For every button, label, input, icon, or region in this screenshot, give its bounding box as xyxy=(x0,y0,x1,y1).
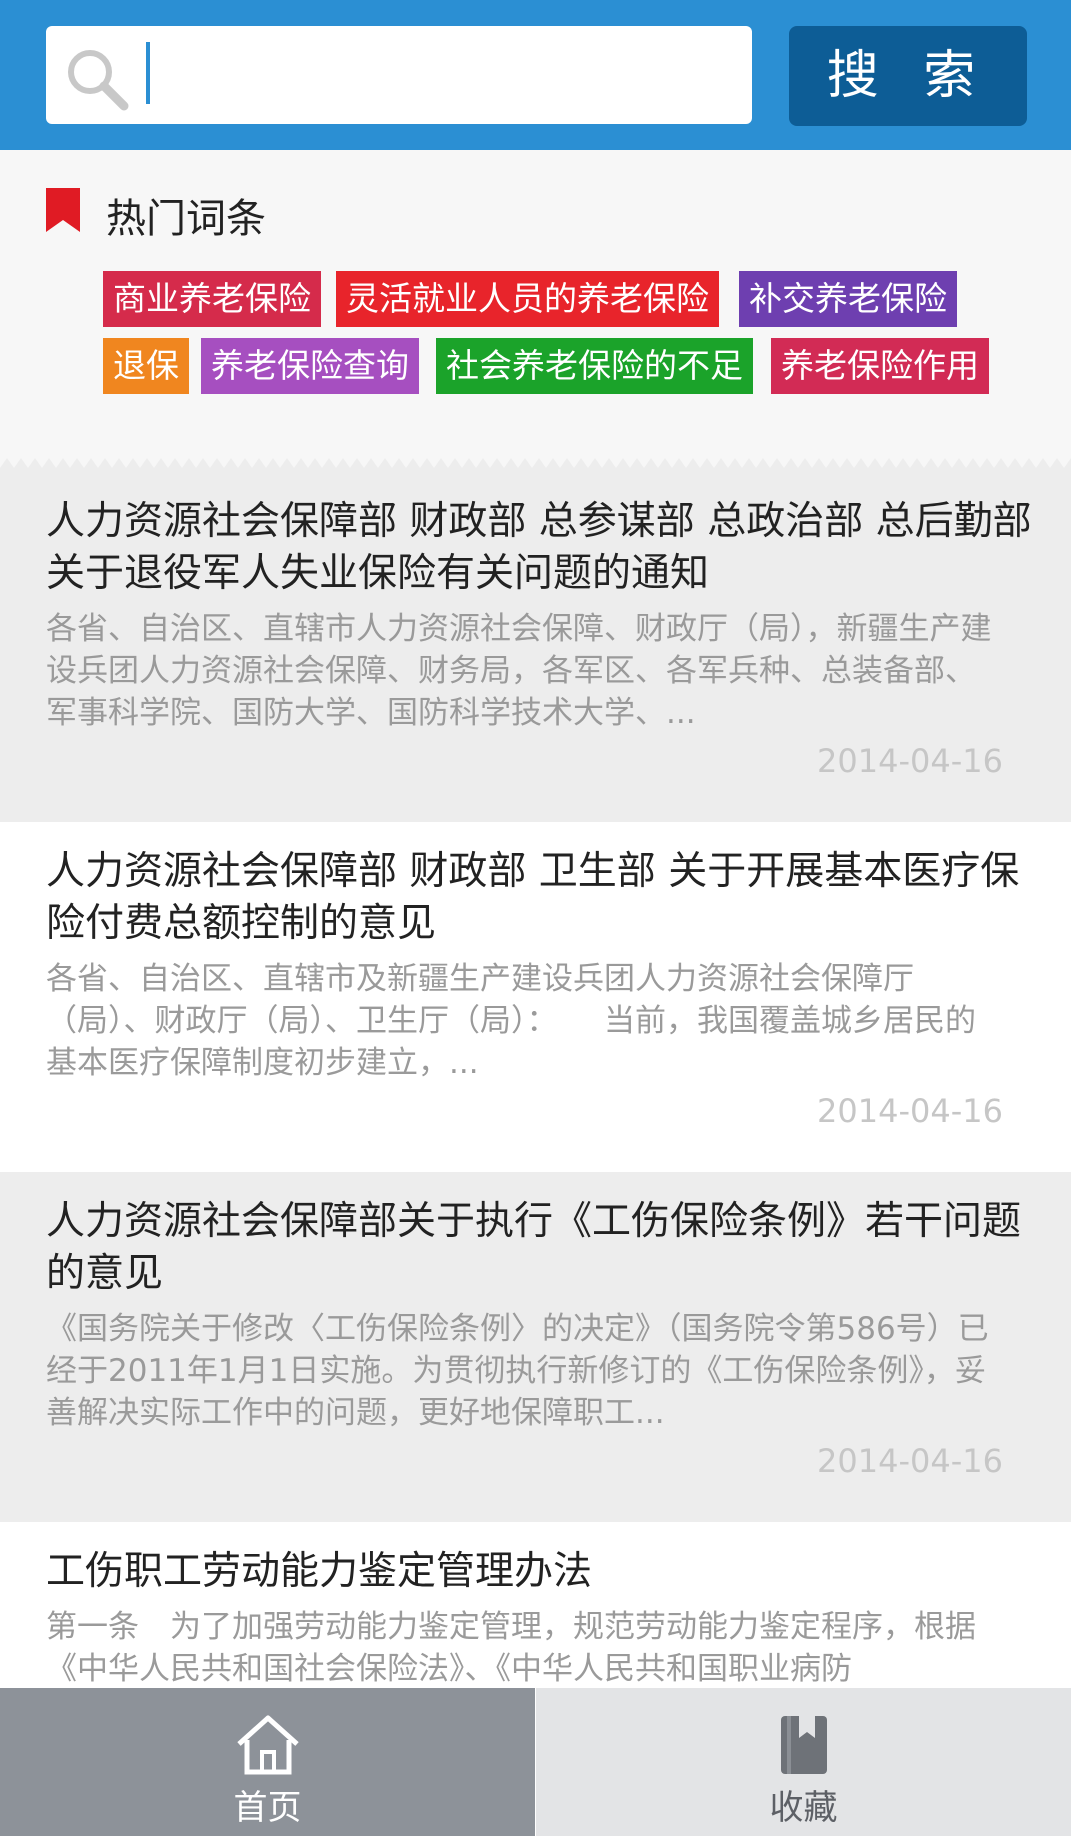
search-icon xyxy=(68,50,129,111)
home-icon xyxy=(236,1715,299,1775)
hot-terms-section: 热门词条 商业养老保险 灵活就业人员的养老保险 补交养老保险 退保 养老保险查询… xyxy=(0,150,1071,450)
article-date: 2014-04-16 xyxy=(817,742,1003,780)
article-title: 人力资源社会保障部 财政部 卫生部 关于开展基本医疗保险付费总额控制的意见 xyxy=(46,849,1020,946)
nav-home-label: 首页 xyxy=(233,1788,302,1828)
hot-tag-1[interactable]: 商业养老保险 xyxy=(103,271,321,327)
article-item-1[interactable]: 人力资源社会保障部 财政部 总参谋部 总政治部 总后勤部关于退役军人失业保险有关… xyxy=(0,472,1071,822)
hot-tag-2[interactable]: 灵活就业人员的养老保险 xyxy=(336,271,719,327)
article-item-2[interactable]: 人力资源社会保障部 财政部 卫生部 关于开展基本医疗保险付费总额控制的意见 各省… xyxy=(0,822,1071,1172)
article-title: 人力资源社会保障部 财政部 总参谋部 总政治部 总后勤部关于退役军人失业保险有关… xyxy=(46,499,1032,596)
article-title: 工伤职工劳动能力鉴定管理办法 xyxy=(46,1549,593,1594)
article-summary: 各省、自治区、直辖市人力资源社会保障、财政厅（局），新疆生产建设兵团人力资源社会… xyxy=(46,611,992,731)
hot-tag-4[interactable]: 退保 xyxy=(103,338,189,394)
hot-tag-6[interactable]: 社会养老保险的不足 xyxy=(436,338,753,394)
zigzag-divider xyxy=(0,450,1071,472)
article-date: 2014-04-16 xyxy=(817,1442,1003,1480)
nav-favorites[interactable]: 收藏 xyxy=(536,1688,1071,1836)
hot-tag-3[interactable]: 补交养老保险 xyxy=(739,271,957,327)
article-date: 2014-04-16 xyxy=(817,1092,1003,1130)
article-summary: 《国务院关于修改〈工伤保险条例〉的决定》（国务院令第586号）已经于2011年1… xyxy=(46,1311,989,1431)
nav-favorites-label: 收藏 xyxy=(769,1788,838,1828)
hot-tag-5[interactable]: 养老保险查询 xyxy=(201,338,419,394)
search-button[interactable]: 搜 索 xyxy=(789,26,1027,126)
article-summary: 各省、自治区、直辖市及新疆生产建设兵团人力资源社会保障厅（局）、财政厅（局）、卫… xyxy=(46,961,976,1081)
article-item-4[interactable]: 工伤职工劳动能力鉴定管理办法 第一条 为了加强劳动能力鉴定管理，规范劳动能力鉴定… xyxy=(0,1522,1071,1688)
search-input[interactable] xyxy=(156,40,740,110)
nav-home[interactable]: 首页 xyxy=(0,1688,535,1836)
bookmark-icon xyxy=(46,188,80,232)
article-title: 人力资源社会保障部关于执行《工伤保险条例》若干问题的意见 xyxy=(46,1199,1022,1296)
hot-terms-title: 热门词条 xyxy=(106,196,266,242)
article-summary: 第一条 为了加强劳动能力鉴定管理，规范劳动能力鉴定程序，根据《中华人民共和国社会… xyxy=(46,1609,976,1687)
search-box[interactable] xyxy=(46,26,752,124)
search-header: 搜 索 xyxy=(0,0,1071,150)
text-cursor xyxy=(146,42,150,104)
hot-tag-7[interactable]: 养老保险作用 xyxy=(771,338,989,394)
book-icon xyxy=(780,1716,827,1774)
bottom-nav: 首页 收藏 xyxy=(0,1688,1071,1836)
article-item-3[interactable]: 人力资源社会保障部关于执行《工伤保险条例》若干问题的意见 《国务院关于修改〈工伤… xyxy=(0,1172,1071,1522)
